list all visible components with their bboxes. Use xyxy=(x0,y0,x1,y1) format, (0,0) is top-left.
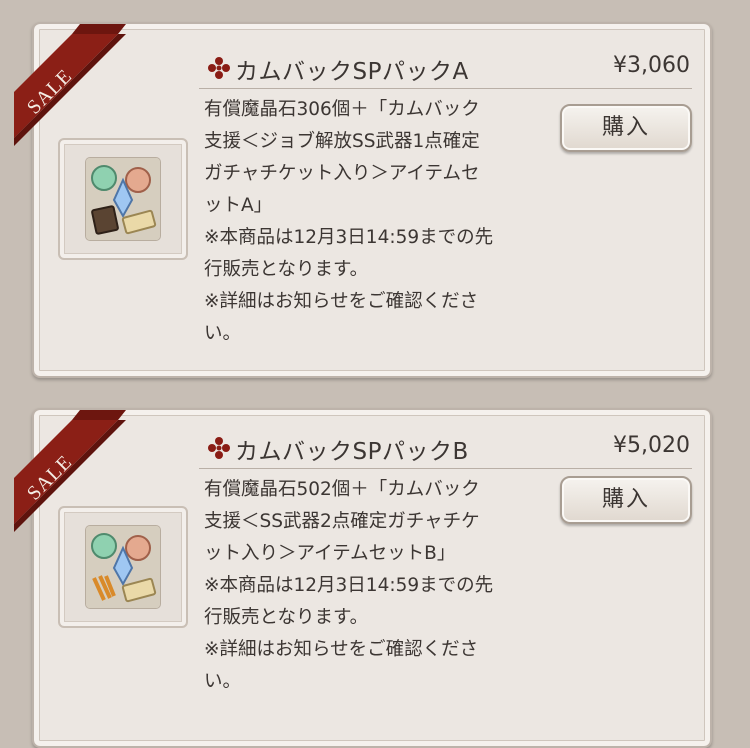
product-title-row: カムバックSPパックB ¥5,020 xyxy=(199,428,692,469)
description-line: い。 xyxy=(204,323,242,344)
buy-button-b[interactable]: 購入 xyxy=(560,476,692,524)
product-title: カムバックSPパックB xyxy=(235,439,469,465)
item-thumbnail-frame xyxy=(58,138,188,260)
item-bundle-icon xyxy=(86,526,160,608)
description-line: ットA」 xyxy=(204,195,273,216)
description-line: ガチャチケット入り＞アイテムセ xyxy=(204,163,480,184)
product-description: 有償魔晶石502個＋「カムバック 支援＜SS武器2点確定ガチャチケ ット入り＞ア… xyxy=(204,474,564,698)
description-line: 支援＜SS武器2点確定ガチャチケ xyxy=(204,511,480,532)
description-line: 有償魔晶石306個＋「カムバック xyxy=(204,99,480,120)
fleur-cross-icon xyxy=(208,437,230,459)
description-line: 行販売となります。 xyxy=(204,607,369,628)
product-title: カムバックSPパックA xyxy=(235,59,469,85)
item-thumbnail-frame xyxy=(58,506,188,628)
buy-button-a[interactable]: 購入 xyxy=(560,104,692,152)
item-bundle-icon xyxy=(86,158,160,240)
product-card-a: SALE カムバックSPパックA ¥3,060 有償魔晶石306個＋「カムバック… xyxy=(14,22,712,378)
description-line: い。 xyxy=(204,671,242,692)
description-line: 有償魔晶石502個＋「カムバック xyxy=(204,479,480,500)
product-description: 有償魔晶石306個＋「カムバック 支援＜ジョブ解放SS武器1点確定 ガチャチケッ… xyxy=(204,94,564,350)
product-price: ¥5,020 xyxy=(613,433,690,458)
description-line: ット入り＞アイテムセットB」 xyxy=(204,543,456,564)
product-price: ¥3,060 xyxy=(613,53,690,78)
description-line: ※本商品は12月3日14:59までの先 xyxy=(204,227,494,248)
description-line: 支援＜ジョブ解放SS武器1点確定 xyxy=(204,131,480,152)
description-line: ※本商品は12月3日14:59までの先 xyxy=(204,575,494,596)
product-title-row: カムバックSPパックA ¥3,060 xyxy=(199,48,692,89)
fleur-cross-icon xyxy=(208,57,230,79)
product-card-b: SALE カムバックSPパックB ¥5,020 有償魔晶石502個＋「カムバック… xyxy=(14,408,712,748)
description-line: 行販売となります。 xyxy=(204,259,369,280)
description-line: ※詳細はお知らせをご確認くださ xyxy=(204,291,479,312)
description-line: ※詳細はお知らせをご確認くださ xyxy=(204,639,479,660)
